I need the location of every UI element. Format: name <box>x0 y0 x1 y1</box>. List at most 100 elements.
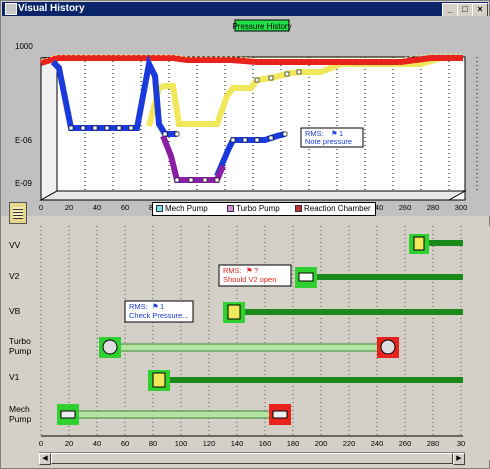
turbo-pump-icon <box>102 339 118 355</box>
series-marker <box>174 177 180 183</box>
legend-swatch-turbo <box>227 205 234 213</box>
notepad-lines <box>13 207 23 219</box>
x-tick-label: 60 <box>121 203 129 212</box>
series-marker <box>92 125 98 131</box>
row-label-v2: V2 <box>9 271 20 281</box>
vb-valve-body <box>227 304 241 320</box>
legend-label-turbo: Turbo Pump <box>236 204 280 213</box>
v2-note-text: Should V2 open <box>223 275 276 284</box>
series-marker <box>128 125 134 131</box>
series-marker <box>68 125 74 131</box>
close-button[interactable]: × <box>472 3 488 17</box>
timeline-tick-label: 260 <box>399 439 412 448</box>
legend-mech-pump: Mech Pump <box>156 204 208 213</box>
valve-timeline-chart: 0 20 40 60 80 100 120 140 160 180 200 220 240 260 280 3… <box>1 226 490 460</box>
x-tick-label: 20 <box>65 203 73 212</box>
row-label-turbo-pump: Pump <box>9 346 31 356</box>
series-marker <box>174 131 180 137</box>
scroll-thumb[interactable] <box>51 453 453 464</box>
chart-title: Pressure History <box>232 22 291 31</box>
series-marker <box>188 177 194 183</box>
timeline-tick-label: 280 <box>427 439 440 448</box>
vv-valve-body <box>413 236 425 251</box>
v2-note-flag-icon: ⚑ <box>246 266 253 275</box>
timeline-tick-label: 120 <box>203 439 216 448</box>
v1-valve-body <box>152 372 166 388</box>
series-marker <box>254 77 260 83</box>
timeline-tick-label: 140 <box>231 439 244 448</box>
series-marker <box>104 125 110 131</box>
vb-note-text: Check Pressure... <box>129 311 189 320</box>
x-tick-label: 0 <box>39 203 43 212</box>
series-marker <box>268 135 274 141</box>
chart-floor <box>39 190 467 201</box>
v2-open-bar <box>307 274 463 280</box>
legend-turbo-pump: Turbo Pump <box>227 204 280 213</box>
maximize-button[interactable]: □ <box>457 3 473 17</box>
notepad-icon[interactable] <box>9 202 27 224</box>
title-bar[interactable]: Visual History _ □ × <box>2 2 488 17</box>
v2-note-label: RMS: <box>223 266 242 275</box>
v2-note-flag: ? <box>254 266 258 275</box>
minimize-button[interactable]: _ <box>442 3 458 17</box>
x-tick-label: 280 <box>427 203 440 212</box>
legend-swatch-mech <box>156 205 163 213</box>
row-label-v1: V1 <box>9 372 20 382</box>
timeline-tick-label: 40 <box>93 439 101 448</box>
pressure-history-chart: Pressure History 1000 E-06 E-09 02040608… <box>1 16 490 216</box>
timeline-tick-label: 240 <box>371 439 384 448</box>
horizontal-scrollbar[interactable]: ◀ ▶ <box>39 452 465 465</box>
timeline-x-ticks: 0 20 40 60 80 100 120 140 160 180 200 220 240 260 280 3… <box>39 439 465 448</box>
series-marker <box>230 137 236 143</box>
series-marker <box>268 75 274 81</box>
legend-label-mech: Mech Pump <box>165 204 208 213</box>
timeline-tick-label: 30 <box>457 439 465 448</box>
v2-valve-body <box>298 272 314 282</box>
legend-reaction-chamber: Reaction Chamber <box>295 204 371 213</box>
row-label-vv: VV <box>9 240 21 250</box>
mech-pump-icon <box>60 410 76 419</box>
scroll-right-arrow-icon[interactable]: ▶ <box>453 453 465 465</box>
series-marker <box>242 137 248 143</box>
row-label-mech-pump: Pump <box>9 414 31 424</box>
timeline-tick-label: 60 <box>121 439 129 448</box>
row-labels: VV V2 VB Turbo Pump V1 Mech Pump <box>9 240 31 424</box>
mech-running-bar <box>68 410 280 419</box>
v1-open-bar <box>159 377 463 383</box>
turbo-running-bar <box>110 343 390 352</box>
mech-pump-stop-icon <box>272 410 288 419</box>
timeline-tick-label: 100 <box>175 439 188 448</box>
timeline-gridlines <box>40 226 462 436</box>
legend-label-reaction: Reaction Chamber <box>304 204 371 213</box>
x-tick-label: 40 <box>93 203 101 212</box>
series-marker <box>214 177 220 183</box>
series-marker <box>284 71 290 77</box>
timeline-tick-label: 20 <box>65 439 73 448</box>
timeline-tick-label: 220 <box>343 439 356 448</box>
y-tick-e09: E-09 <box>15 179 32 188</box>
timeline-tick-label: 80 <box>149 439 157 448</box>
chart-legend: Mech Pump Turbo Pump Reaction Chamber <box>152 202 376 216</box>
app-icon <box>5 3 17 15</box>
vb-note-flag: 1 <box>160 302 164 311</box>
vb-note-label: RMS: <box>129 302 148 311</box>
series-marker <box>296 69 302 75</box>
timeline-tick-label: 180 <box>287 439 300 448</box>
vb-open-bar <box>235 309 463 315</box>
series-marker <box>80 125 86 131</box>
visual-history-window: Visual History _ □ × Pressure History 10… <box>0 0 490 469</box>
legend-swatch-reaction <box>295 205 302 213</box>
timeline-tick-label: 160 <box>259 439 272 448</box>
row-label-mech: Mech <box>9 404 30 414</box>
x-tick-label: 260 <box>399 203 412 212</box>
scroll-left-arrow-icon[interactable]: ◀ <box>39 453 51 465</box>
y-tick-1000: 1000 <box>15 42 33 51</box>
timeline-tick-label: 200 <box>315 439 328 448</box>
timeline-tick-label: 0 <box>39 439 43 448</box>
y-tick-e06: E-06 <box>15 136 32 145</box>
series-marker <box>162 131 168 137</box>
chart-side-wall <box>40 56 58 201</box>
series-marker <box>202 177 208 183</box>
series-marker <box>282 131 288 137</box>
series-marker <box>254 137 260 143</box>
